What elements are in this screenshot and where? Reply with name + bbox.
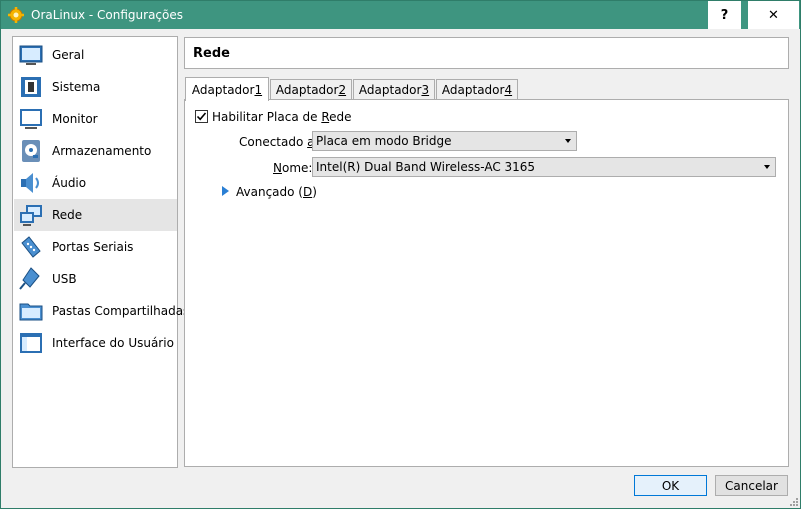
name-label: Nome:	[273, 161, 313, 175]
close-button[interactable]: ✕	[747, 1, 799, 29]
sidebar-item-portas-seriais[interactable]: Portas Seriais	[14, 231, 177, 263]
monitor-icon	[20, 109, 42, 129]
serial-port-icon	[21, 236, 41, 258]
tab-adaptador-4[interactable]: Adaptador 4	[436, 79, 518, 100]
network-icon	[20, 205, 42, 226]
resize-grip-icon[interactable]	[788, 496, 798, 506]
enable-adapter-label[interactable]: Habilitar Placa de Rede	[212, 110, 352, 124]
cancel-button[interactable]: Cancelar	[715, 475, 788, 496]
sidebar-item-rede[interactable]: Rede	[14, 199, 177, 231]
sidebar-item-geral[interactable]: Geral	[14, 39, 177, 71]
speaker-icon	[21, 173, 39, 193]
storage-disk-icon	[22, 140, 40, 162]
tab-adaptador-1[interactable]: Adaptador 1	[185, 77, 269, 101]
page-title: Rede	[193, 46, 230, 61]
page-header: Rede	[184, 37, 789, 69]
settings-sidebar: Geral Sistema Monitor Armazenamento Áudi…	[12, 36, 189, 468]
settings-window: OraLinux - Configurações ? ✕ Geral Siste…	[0, 0, 801, 509]
expand-arrow-icon[interactable]	[222, 186, 229, 196]
sidebar-item-usb[interactable]: USB	[14, 263, 177, 295]
title-bar[interactable]: OraLinux - Configurações ? ✕	[1, 1, 800, 29]
tab-adaptador-3[interactable]: Adaptador 3	[353, 79, 435, 100]
user-interface-icon	[20, 333, 42, 353]
attached-to-label: Conectado a:	[239, 135, 319, 149]
sidebar-item-audio[interactable]: Áudio	[14, 167, 177, 199]
virtualbox-gear-icon	[8, 7, 24, 23]
enable-adapter-checkbox[interactable]	[195, 110, 208, 123]
checkmark-icon	[196, 112, 207, 121]
window-title: OraLinux - Configurações	[31, 8, 183, 22]
tab-panel	[184, 99, 789, 467]
shared-folder-icon	[19, 303, 43, 321]
general-icon	[19, 45, 43, 65]
help-button[interactable]: ?	[707, 1, 741, 29]
sidebar-item-pastas-compartilhadas[interactable]: Pastas Compartilhadas	[14, 295, 189, 327]
chevron-down-icon	[565, 139, 571, 143]
sidebar-item-sistema[interactable]: Sistema	[14, 71, 177, 103]
tab-adaptador-2[interactable]: Adaptador 2	[270, 79, 352, 100]
system-chip-icon	[21, 77, 41, 97]
ok-button[interactable]: OK	[634, 475, 707, 496]
usb-icon	[19, 267, 40, 290]
sidebar-item-monitor[interactable]: Monitor	[14, 103, 177, 135]
chevron-down-icon	[764, 165, 770, 169]
attached-to-select[interactable]: Placa em modo Bridge	[312, 131, 577, 151]
adapter-name-select[interactable]: Intel(R) Dual Band Wireless-AC 3165	[312, 157, 776, 177]
sidebar-item-armazenamento[interactable]: Armazenamento	[14, 135, 177, 167]
sidebar-item-interface-do-usuario[interactable]: Interface do Usuário	[14, 327, 177, 359]
advanced-toggle[interactable]: Avançado (D)	[236, 185, 317, 199]
